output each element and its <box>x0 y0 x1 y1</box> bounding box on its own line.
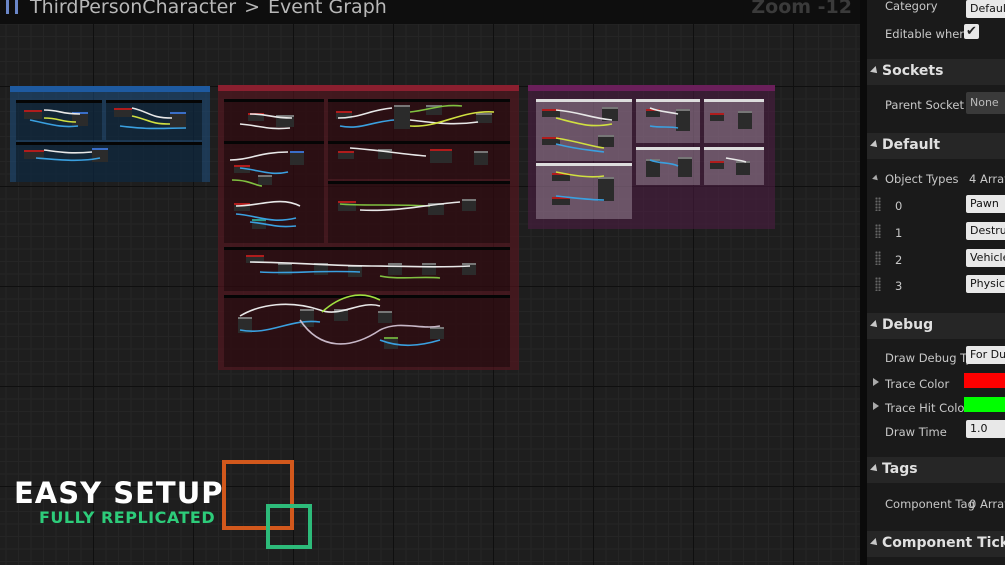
collapse-arrow-icon <box>870 320 880 330</box>
panel-splitter[interactable] <box>860 0 867 565</box>
object-type-dropdown[interactable]: Destru <box>966 222 1005 240</box>
trace-hit-color-label: Trace Hit Color <box>885 401 970 415</box>
collapse-arrow-icon[interactable] <box>872 174 880 183</box>
object-type-dropdown[interactable]: Physic <box>966 275 1005 293</box>
editable-checkbox[interactable]: ✔ <box>964 24 979 39</box>
category-label: Category <box>885 0 938 13</box>
drag-handle-icon[interactable] <box>875 277 881 291</box>
component-tags-count: 0 Array <box>969 497 1005 511</box>
collapse-arrow-icon <box>870 66 880 76</box>
drag-handle-icon[interactable] <box>875 197 881 211</box>
trace-color-label: Trace Color <box>885 377 950 391</box>
fully-replicated-subtitle: FULLY REPLICATED <box>39 508 216 527</box>
default-section-header[interactable]: Default <box>867 133 1005 159</box>
debug-section-header[interactable]: Debug <box>867 313 1005 339</box>
draw-debug-dropdown[interactable]: For Du <box>966 346 1005 364</box>
object-types-row: Object Types 4 Array <box>867 167 1005 193</box>
object-type-dropdown[interactable]: Pawn <box>966 195 1005 213</box>
trace-hit-color-row: Trace Hit Color <box>867 396 1005 422</box>
object-types-label: Object Types <box>885 172 959 186</box>
trace-color-row: Trace Color <box>867 372 1005 398</box>
tags-section-header[interactable]: Tags <box>867 457 1005 483</box>
drag-handle-icon[interactable] <box>875 251 881 265</box>
trace-hit-color-swatch[interactable] <box>964 397 1005 412</box>
graph-tab-icon <box>6 0 18 14</box>
collapse-arrow-icon <box>870 140 880 150</box>
graph-header: ThirdPersonCharacter > Event Graph Zoom … <box>0 0 860 24</box>
draw-debug-row: Draw Debug Ty For Du <box>867 346 1005 372</box>
sockets-section-header[interactable]: Sockets <box>867 59 1005 85</box>
expand-arrow-icon[interactable] <box>873 378 879 386</box>
drag-handle-icon[interactable] <box>875 224 881 238</box>
category-dropdown[interactable]: Default <box>966 0 1005 18</box>
breadcrumb: ThirdPersonCharacter > Event Graph <box>6 0 387 18</box>
debug-section-title: Debug <box>882 317 934 333</box>
object-type-item: 2 Vehicle <box>867 248 1005 274</box>
object-type-dropdown[interactable]: Vehicle <box>966 249 1005 267</box>
object-type-index: 2 <box>895 253 903 267</box>
logo-green-square-icon <box>266 504 312 549</box>
breadcrumb-leaf[interactable]: Event Graph <box>268 0 387 18</box>
parent-socket-label: Parent Socket <box>885 98 964 112</box>
tags-section-title: Tags <box>882 461 918 477</box>
easy-setup-title: EASY SETUP <box>14 476 224 510</box>
draw-time-label: Draw Time <box>885 425 947 439</box>
sockets-section-title: Sockets <box>882 63 944 79</box>
draw-time-row: Draw Time 1.0 <box>867 420 1005 446</box>
component-tick-section-title: Component Tick <box>882 535 1005 551</box>
draw-debug-label: Draw Debug Ty <box>885 351 973 365</box>
object-type-index: 0 <box>895 199 903 213</box>
category-row: Category Default <box>867 0 1005 20</box>
component-tick-section-header[interactable]: Component Tick <box>867 531 1005 557</box>
zoom-level: Zoom -12 <box>751 0 852 18</box>
trace-color-swatch[interactable] <box>964 373 1005 388</box>
object-type-index: 3 <box>895 279 903 293</box>
breadcrumb-separator-icon: > <box>244 0 261 18</box>
collapse-arrow-icon <box>870 464 880 474</box>
parent-socket-field[interactable]: None <box>966 92 1005 114</box>
object-type-item: 0 Pawn <box>867 194 1005 220</box>
breadcrumb-root[interactable]: ThirdPersonCharacter <box>30 0 236 18</box>
details-panel: Category Default Editable when I ✔ Socke… <box>867 0 1005 565</box>
expand-arrow-icon[interactable] <box>873 402 879 410</box>
component-tags-label: Component Tag <box>885 497 975 511</box>
component-tags-row: Component Tag 0 Array <box>867 492 1005 518</box>
object-type-item: 3 Physic <box>867 274 1005 300</box>
object-type-item: 1 Destru <box>867 221 1005 247</box>
editable-row: Editable when I <box>867 22 1005 48</box>
editable-label: Editable when I <box>885 27 974 41</box>
draw-time-input[interactable]: 1.0 <box>966 420 1005 438</box>
parent-socket-row: Parent Socket None <box>867 92 1005 119</box>
default-section-title: Default <box>882 137 941 153</box>
object-types-count: 4 Array <box>969 172 1005 186</box>
object-type-index: 1 <box>895 226 903 240</box>
collapse-arrow-icon <box>870 538 880 548</box>
